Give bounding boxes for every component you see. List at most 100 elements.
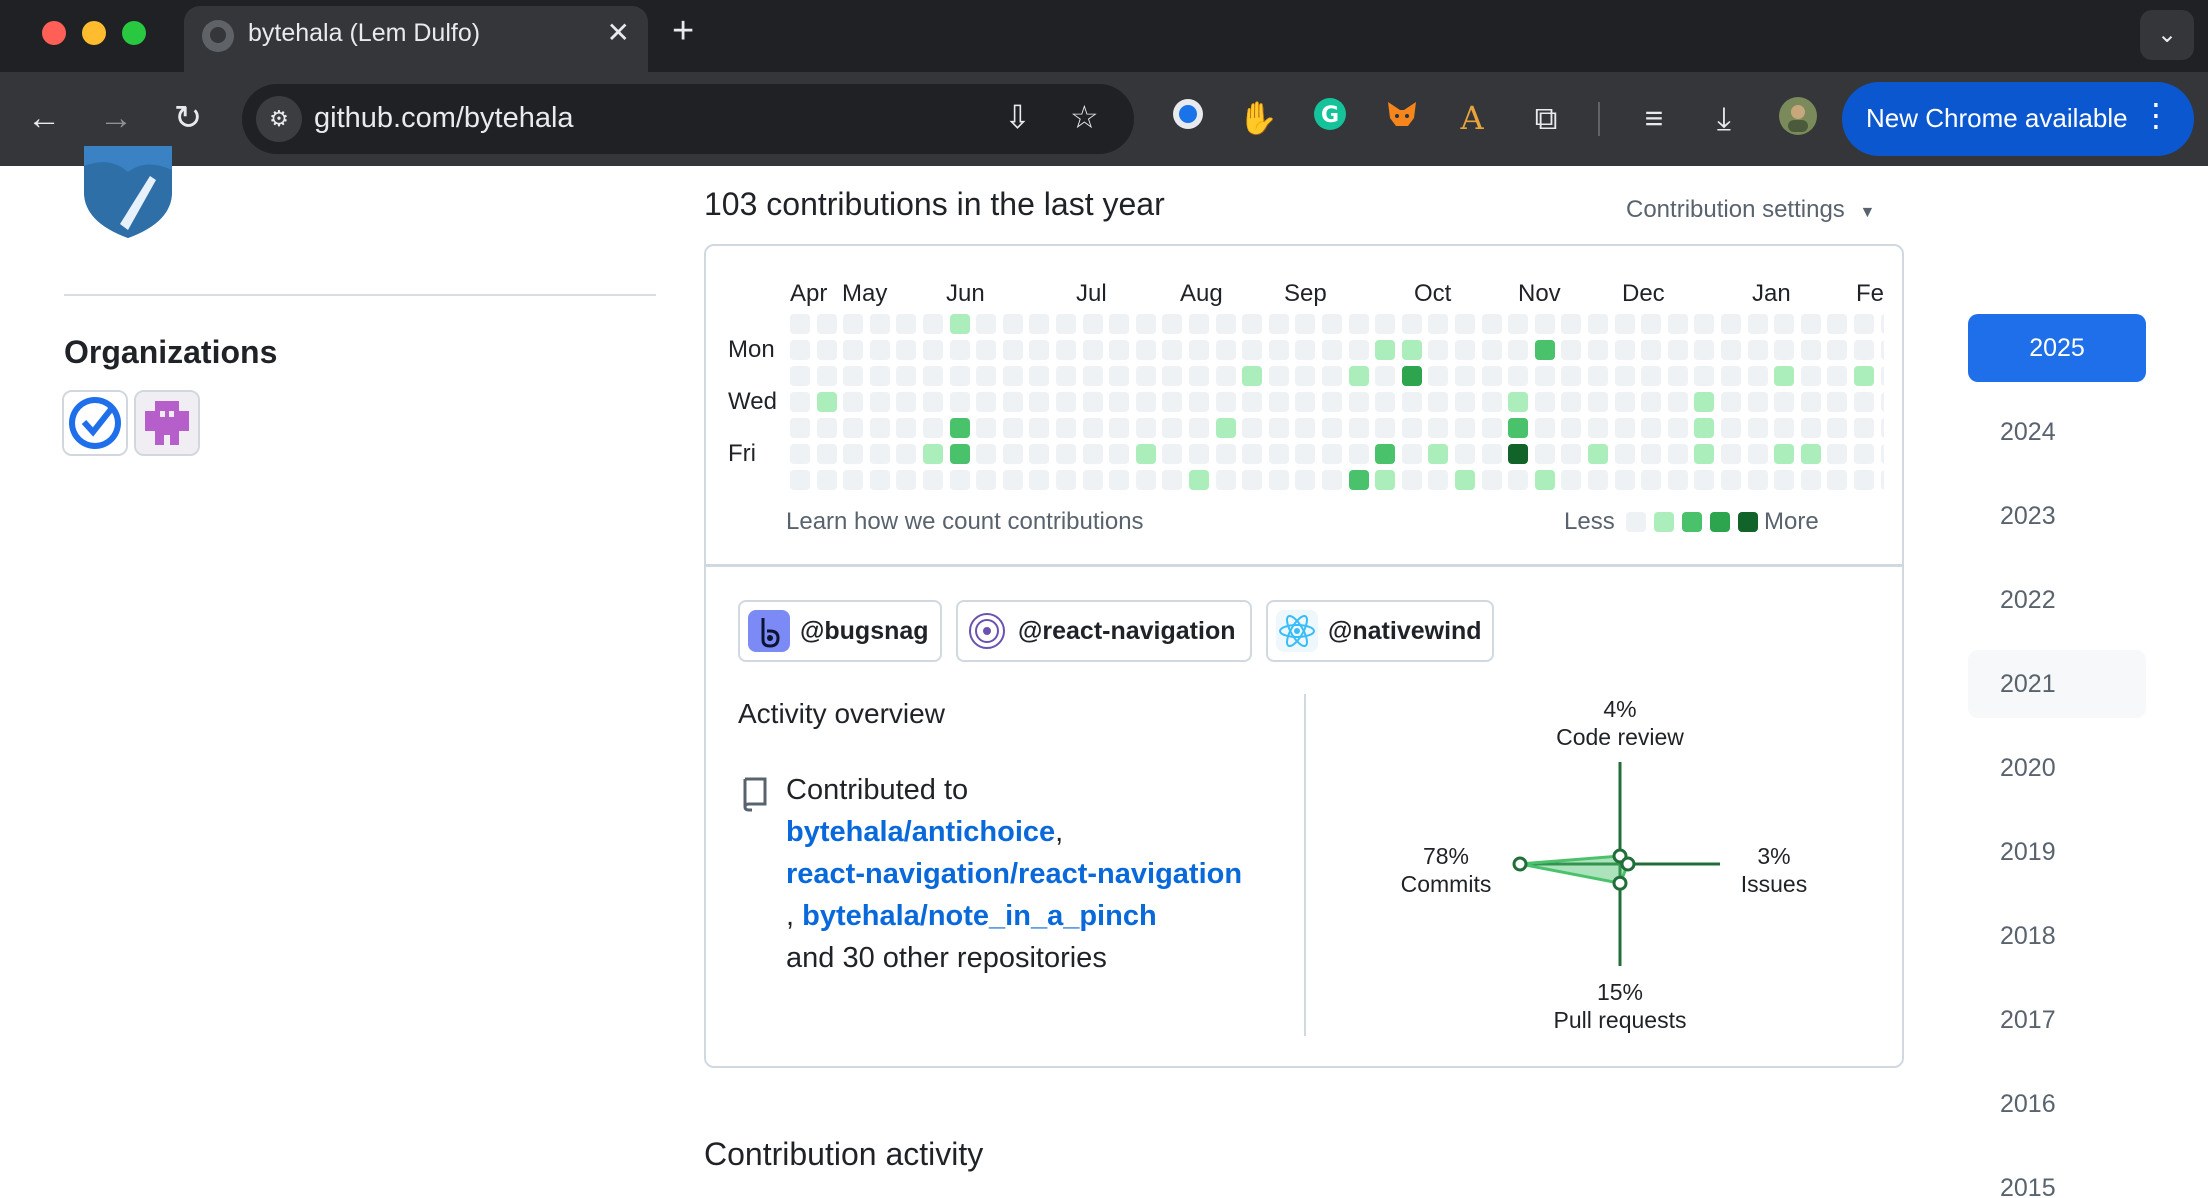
- contribution-day-cell[interactable]: [949, 418, 970, 438]
- contribution-day-cell[interactable]: [1295, 366, 1316, 386]
- contribution-day-cell[interactable]: [1428, 392, 1449, 412]
- contribution-day-cell[interactable]: [1721, 366, 1741, 386]
- tab-search-button[interactable]: ⌄: [2140, 10, 2194, 60]
- contribution-day-cell[interactable]: [1375, 470, 1396, 490]
- contribution-day-cell[interactable]: [1428, 340, 1449, 360]
- contribution-day-cell[interactable]: [1002, 418, 1023, 438]
- contribution-day-cell[interactable]: [1215, 366, 1236, 386]
- contribution-day-cell[interactable]: [1561, 444, 1582, 464]
- contribution-day-cell[interactable]: [976, 444, 997, 464]
- contribution-day-cell[interactable]: [1641, 418, 1662, 438]
- year-link-2025[interactable]: 2025: [1968, 314, 2146, 382]
- contribution-day-cell[interactable]: [1242, 366, 1263, 386]
- contribution-day-cell[interactable]: [1508, 444, 1529, 464]
- contribution-day-cell[interactable]: [1534, 314, 1555, 334]
- contribution-day-cell[interactable]: [976, 418, 997, 438]
- contribution-day-cell[interactable]: [869, 366, 890, 386]
- contribution-day-cell[interactable]: [1455, 314, 1475, 334]
- contribution-day-cell[interactable]: [1614, 392, 1635, 412]
- reading-list-icon[interactable]: ≡: [1632, 96, 1676, 140]
- contribution-day-cell[interactable]: [1375, 444, 1396, 464]
- contribution-day-cell[interactable]: [1109, 444, 1130, 464]
- contribution-day-cell[interactable]: [949, 470, 970, 490]
- contribution-day-cell[interactable]: [1561, 470, 1582, 490]
- back-button[interactable]: ←: [18, 92, 70, 144]
- contribution-day-cell[interactable]: [1215, 314, 1236, 334]
- contribution-day-cell[interactable]: [1428, 418, 1449, 438]
- contribution-day-cell[interactable]: [896, 340, 917, 360]
- contribution-day-cell[interactable]: [1242, 314, 1263, 334]
- contribution-day-cell[interactable]: [1854, 314, 1874, 334]
- contribution-day-cell[interactable]: [1641, 366, 1662, 386]
- contribution-day-cell[interactable]: [976, 392, 997, 412]
- learn-contributions-link[interactable]: Learn how we count contributions: [786, 508, 1144, 536]
- contribution-day-cell[interactable]: [1774, 418, 1795, 438]
- contribution-day-cell[interactable]: [1667, 444, 1688, 464]
- contribution-day-cell[interactable]: [1295, 314, 1316, 334]
- contribution-day-cell[interactable]: [923, 366, 943, 386]
- contribution-day-cell[interactable]: [1056, 444, 1076, 464]
- contribution-day-cell[interactable]: [896, 470, 917, 490]
- contribution-day-cell[interactable]: [1747, 470, 1768, 490]
- contribution-day-cell[interactable]: [1880, 418, 1884, 438]
- contribution-day-cell[interactable]: [1880, 444, 1884, 464]
- grammarly-icon[interactable]: G: [1308, 96, 1352, 140]
- contribution-day-cell[interactable]: [1056, 470, 1076, 490]
- contribution-day-cell[interactable]: [1268, 418, 1289, 438]
- contribution-day-cell[interactable]: [1614, 470, 1635, 490]
- contribution-day-cell[interactable]: [1588, 392, 1608, 412]
- contribution-day-cell[interactable]: [1189, 366, 1209, 386]
- contribution-day-cell[interactable]: [1880, 366, 1884, 386]
- contribution-day-cell[interactable]: [1056, 340, 1076, 360]
- contribution-day-cell[interactable]: [1401, 392, 1422, 412]
- contribution-day-cell[interactable]: [1508, 314, 1529, 334]
- year-link-2017[interactable]: 2017: [1968, 986, 2146, 1054]
- font-icon[interactable]: A: [1450, 96, 1494, 140]
- contribution-day-cell[interactable]: [976, 366, 997, 386]
- contribution-day-cell[interactable]: [1721, 444, 1741, 464]
- contribution-day-cell[interactable]: [1694, 444, 1715, 464]
- contribution-day-cell[interactable]: [896, 418, 917, 438]
- contribution-day-cell[interactable]: [1827, 366, 1848, 386]
- contribution-day-cell[interactable]: [949, 366, 970, 386]
- contribution-day-cell[interactable]: [1641, 314, 1662, 334]
- contribution-day-cell[interactable]: [1614, 418, 1635, 438]
- contribution-day-cell[interactable]: [816, 470, 837, 490]
- contribution-day-cell[interactable]: [923, 418, 943, 438]
- contribution-day-cell[interactable]: [1827, 444, 1848, 464]
- contribution-day-cell[interactable]: [1774, 392, 1795, 412]
- contribution-day-cell[interactable]: [1002, 366, 1023, 386]
- contribution-day-cell[interactable]: [1854, 470, 1874, 490]
- new-tab-button[interactable]: +: [672, 10, 694, 53]
- contribution-settings-dropdown[interactable]: Contribution settings ▼: [1626, 196, 1875, 224]
- contribution-day-cell[interactable]: [1215, 444, 1236, 464]
- contribution-day-cell[interactable]: [1348, 444, 1369, 464]
- contribution-day-cell[interactable]: [1135, 340, 1156, 360]
- contribution-day-cell[interactable]: [816, 340, 837, 360]
- contribution-day-cell[interactable]: [1588, 418, 1608, 438]
- contribution-day-cell[interactable]: [1135, 392, 1156, 412]
- contribution-day-cell[interactable]: [1295, 444, 1316, 464]
- install-app-icon[interactable]: ⇩: [1004, 98, 1031, 136]
- year-link-2015[interactable]: 2015: [1968, 1154, 2146, 1198]
- contribution-day-cell[interactable]: [1348, 418, 1369, 438]
- contribution-day-cell[interactable]: [1481, 366, 1502, 386]
- contribution-day-cell[interactable]: [976, 470, 997, 490]
- contribution-day-cell[interactable]: [1428, 470, 1449, 490]
- contribution-day-cell[interactable]: [1295, 470, 1316, 490]
- contribution-day-cell[interactable]: [1508, 366, 1529, 386]
- repo-link-note-in-a-pinch[interactable]: bytehala/note_in_a_pinch: [802, 900, 1157, 932]
- contribution-day-cell[interactable]: [1082, 392, 1103, 412]
- contribution-day-cell[interactable]: [1774, 444, 1795, 464]
- contribution-day-cell[interactable]: [1189, 340, 1209, 360]
- contribution-day-cell[interactable]: [869, 314, 890, 334]
- contribution-day-cell[interactable]: [1774, 314, 1795, 334]
- contribution-day-cell[interactable]: [1428, 314, 1449, 334]
- contribution-day-cell[interactable]: [790, 314, 810, 334]
- contribution-day-cell[interactable]: [1455, 340, 1475, 360]
- contribution-day-cell[interactable]: [1747, 314, 1768, 334]
- contribution-day-cell[interactable]: [1322, 418, 1342, 438]
- contribution-day-cell[interactable]: [1694, 392, 1715, 412]
- contribution-day-cell[interactable]: [1641, 392, 1662, 412]
- contribution-day-cell[interactable]: [1322, 340, 1342, 360]
